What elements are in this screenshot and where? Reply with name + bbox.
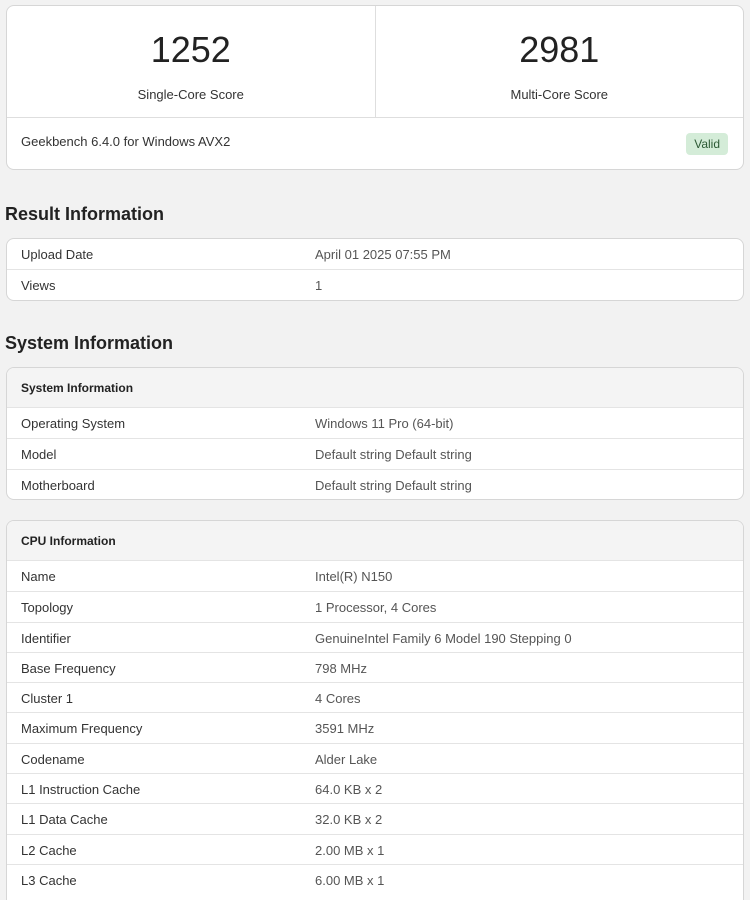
row-label: Cluster 1 [21,691,74,707]
row-value: 64.0 KB x 2 [315,782,383,798]
row-label: Codename [21,751,85,767]
table-row: Base Frequency 798 MHz [7,651,743,682]
row-label: L2 Cache [21,842,77,858]
row-label: L1 Instruction Cache [21,782,141,798]
system-information-header: System Information [7,368,743,408]
cpu-information-header: CPU Information [7,521,743,561]
multi-core-score-value: 2981 [519,29,600,70]
single-core-score-label: Single-Core Score [137,87,244,102]
multi-core-score: 2981 Multi-Core Score [374,6,744,117]
table-row: Operating System Windows 11 Pro (64-bit) [7,408,743,438]
result-information-table: Upload Date April 01 2025 07:55 PM Views… [6,238,744,301]
table-row: L1 Instruction Cache 64.0 KB x 2 [7,773,743,803]
table-row: L3 Cache 6.00 MB x 1 [7,863,743,894]
table-row: Cluster 1 4 Cores [7,682,743,712]
table-row: Model Default string Default string [7,438,743,468]
table-row: Identifier GenuineIntel Family 6 Model 1… [7,621,743,652]
row-value: Default string Default string [315,447,472,463]
valid-badge: Valid [686,133,728,155]
row-value: Intel(R) N150 [315,569,393,584]
row-value: Alder Lake [315,751,378,767]
row-label: Motherboard [21,477,95,493]
table-row: Name Intel(R) N150 [7,561,743,591]
row-label: Upload Date [21,247,94,262]
row-value: 4 Cores [315,691,361,707]
row-label: Base Frequency [21,660,116,676]
row-label: Operating System [21,416,126,431]
table-row: L2 Cache 2.00 MB x 1 [7,833,743,864]
row-value: 32.0 KB x 2 [315,812,383,828]
row-label: Maximum Frequency [21,721,143,737]
score-row: 1252 Single-Core Score 2981 Multi-Core S… [7,6,743,118]
table-row: Maximum Frequency 3591 MHz [7,712,743,742]
row-label: Model [21,447,57,463]
table-row: Motherboard Default string Default strin… [7,468,743,499]
row-value: 2.00 MB x 1 [315,842,385,858]
system-information-table: System Information Operating System Wind… [6,367,744,500]
benchmark-version: Geekbench 6.4.0 for Windows AVX2 [21,134,231,149]
row-label: Identifier [21,630,71,646]
row-label: L1 Data Cache [21,812,108,828]
row-value: 6.00 MB x 1 [315,872,385,888]
cpu-information-table: CPU Information Name Intel(R) N150 Topol… [6,520,744,900]
row-value: Windows 11 Pro (64-bit) [315,416,454,431]
single-core-score-value: 1252 [150,29,231,70]
row-value: 798 MHz [315,660,368,676]
table-row: Codename Alder Lake [7,742,743,773]
version-row: Geekbench 6.4.0 for Windows AVX2 Valid [7,118,743,169]
row-label: Views [21,278,56,294]
table-row: Views 1 [7,269,743,299]
row-value: 1 [315,278,323,294]
row-value: GenuineIntel Family 6 Model 190 Stepping… [315,630,572,646]
system-information-title: System Information [5,333,174,353]
row-label: Name [21,569,56,584]
row-label: Topology [21,600,74,616]
row-value: 3591 MHz [315,721,375,737]
table-row: Topology 1 Processor, 4 Cores [7,591,743,621]
result-information-title: Result Information [5,204,165,224]
row-label: L3 Cache [21,872,77,888]
single-core-score: 1252 Single-Core Score [7,6,375,117]
table-row: Upload Date April 01 2025 07:55 PM [7,239,743,269]
multi-core-score-label: Multi-Core Score [510,87,609,102]
score-card: 1252 Single-Core Score 2981 Multi-Core S… [6,5,744,170]
row-value: April 01 2025 07:55 PM [315,247,451,262]
table-row: L1 Data Cache 32.0 KB x 2 [7,803,743,833]
row-value: Default string Default string [315,477,472,493]
row-value: 1 Processor, 4 Cores [315,600,437,616]
